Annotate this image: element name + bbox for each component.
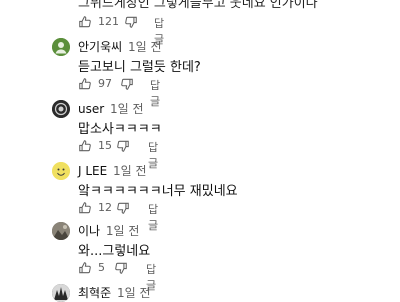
comment-text: 맙소사ㅋㅋㅋㅋ bbox=[78, 122, 162, 137]
like-count: 12 bbox=[98, 201, 112, 214]
avatar[interactable] bbox=[52, 100, 70, 118]
like-button[interactable] bbox=[78, 14, 92, 30]
like-button[interactable] bbox=[78, 200, 92, 216]
avatar[interactable] bbox=[52, 222, 70, 240]
avatar-icon bbox=[52, 100, 70, 118]
timestamp[interactable]: 1일 전 bbox=[117, 286, 151, 300]
like-button[interactable] bbox=[78, 138, 92, 154]
comment-clipped: 그뷔드게장인 그렇게들무고 웃네요 인가이다 121 답글 bbox=[0, 0, 400, 46]
like-count: 97 bbox=[98, 77, 112, 90]
comment: J LEE 1일 전 앜ㅋㅋㅋㅋㅋㅋ너무 재밌네요 12 답글 bbox=[0, 158, 400, 232]
comment: user 1일 전 맙소사ㅋㅋㅋㅋ 15 답글 bbox=[0, 96, 400, 170]
thumbs-up-icon bbox=[79, 140, 91, 152]
author-name[interactable]: 이나 bbox=[78, 224, 100, 238]
thumbs-down-icon bbox=[117, 202, 129, 214]
dislike-button[interactable] bbox=[116, 138, 130, 154]
comment-meta: 이나 1일 전 bbox=[78, 222, 139, 239]
like-count: 15 bbox=[98, 139, 112, 152]
comment-text: 듣고보니 그럴듯 한데? bbox=[78, 60, 201, 75]
avatar-icon bbox=[52, 38, 70, 56]
like-count: 5 bbox=[98, 261, 105, 274]
thumbs-down-icon bbox=[125, 16, 137, 28]
author-name[interactable]: 안기욱씨 bbox=[78, 40, 122, 54]
comment-text: 그뷔드게장인 그렇게들무고 웃네요 인가이다 bbox=[78, 0, 318, 11]
avatar[interactable] bbox=[52, 284, 70, 302]
timestamp[interactable]: 1일 전 bbox=[110, 102, 144, 116]
like-count: 121 bbox=[98, 15, 119, 28]
comment: 안기욱씨 1일 전 듣고보니 그럴듯 한데? 97 답글 bbox=[0, 34, 400, 108]
comment-meta: 최혁준 1일 전 bbox=[78, 284, 150, 301]
thumbs-down-icon bbox=[115, 262, 127, 274]
comment-meta: user 1일 전 bbox=[78, 100, 144, 117]
like-button[interactable] bbox=[78, 260, 92, 276]
timestamp[interactable]: 1일 전 bbox=[106, 224, 140, 238]
like-button[interactable] bbox=[78, 76, 92, 92]
author-name[interactable]: J LEE bbox=[78, 164, 107, 178]
thumbs-up-icon bbox=[79, 202, 91, 214]
author-name[interactable]: user bbox=[78, 102, 104, 116]
timestamp[interactable]: 1일 전 bbox=[128, 40, 162, 54]
thumbs-up-icon bbox=[79, 16, 91, 28]
avatar[interactable] bbox=[52, 38, 70, 56]
avatar-icon bbox=[52, 162, 70, 180]
comment-text: 와...그렇네요 bbox=[78, 244, 151, 259]
author-name[interactable]: 최혁준 bbox=[78, 286, 111, 300]
comment-meta: J LEE 1일 전 bbox=[78, 162, 147, 179]
thumbs-up-icon bbox=[79, 78, 91, 90]
dislike-button[interactable] bbox=[124, 14, 138, 30]
thumbs-down-icon bbox=[117, 140, 129, 152]
thumbs-down-icon bbox=[121, 78, 133, 90]
dislike-button[interactable] bbox=[116, 200, 130, 216]
avatar-icon bbox=[52, 222, 70, 240]
thumbs-up-icon bbox=[79, 262, 91, 274]
timestamp[interactable]: 1일 전 bbox=[113, 164, 147, 178]
dislike-button[interactable] bbox=[120, 76, 134, 92]
comment: 최혁준 1일 전 bbox=[0, 280, 400, 302]
comment-text: 앜ㅋㅋㅋㅋㅋㅋ너무 재밌네요 bbox=[78, 184, 238, 199]
avatar[interactable] bbox=[52, 162, 70, 180]
avatar-icon bbox=[52, 284, 70, 302]
dislike-button[interactable] bbox=[114, 260, 128, 276]
comment: 이나 1일 전 와...그렇네요 5 답글 bbox=[0, 218, 400, 292]
comment-meta: 안기욱씨 1일 전 bbox=[78, 38, 162, 55]
